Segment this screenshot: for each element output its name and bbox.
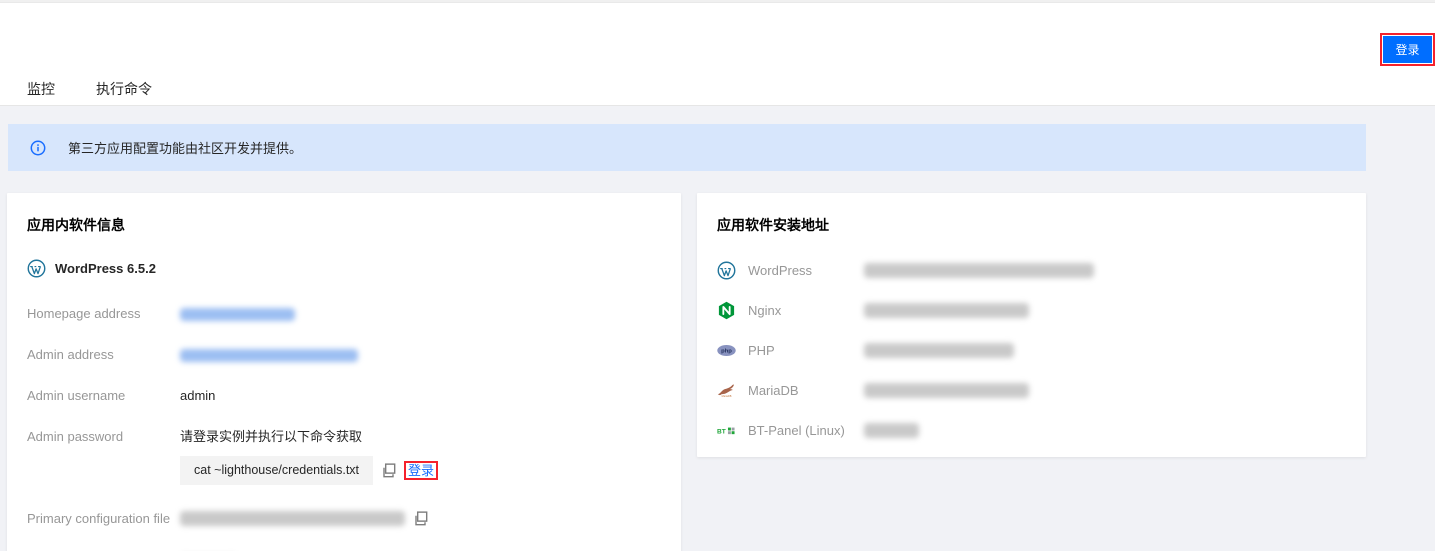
- field-label: Admin username: [27, 388, 126, 404]
- info-banner: 第三方应用配置功能由社区开发并提供。: [8, 124, 1366, 171]
- field-text-value: admin: [180, 388, 216, 404]
- field-value: [180, 347, 358, 363]
- redacted-link-value[interactable]: [180, 308, 295, 322]
- field-label: Admin password: [27, 429, 124, 445]
- field-label: Homepage address: [27, 306, 141, 321]
- svg-text:BT: BT: [717, 428, 726, 435]
- field-value: [180, 511, 428, 529]
- copy-icon[interactable]: [413, 511, 428, 526]
- info-icon: [30, 140, 46, 156]
- redacted-text-value: [864, 343, 1014, 358]
- redacted-text-value: [864, 423, 919, 438]
- redacted-text-value: [864, 303, 1029, 318]
- software-row: php PHP: [717, 341, 1346, 360]
- svg-text:php: php: [721, 349, 732, 355]
- login-link[interactable]: 登录: [408, 463, 434, 478]
- redacted-text-value: [180, 511, 405, 527]
- software-row: MariaDB MariaDB: [717, 381, 1346, 400]
- software-label: PHP: [748, 343, 775, 358]
- software-row: Nginx: [717, 301, 1346, 320]
- app-detail-page: 登录 监控 执行命令 第三方应用配置功能由社区开发并提供。 应用内软件信息 Wo…: [0, 0, 1435, 551]
- login-button[interactable]: 登录: [1383, 36, 1432, 63]
- software-label: BT-Panel (Linux): [748, 423, 845, 438]
- software-row: WordPress: [717, 261, 1346, 280]
- field-row: Admin password 请登录实例并执行以下命令获取 cat ~lightho…: [27, 429, 661, 486]
- app-name-version: WordPress 6.5.2: [55, 261, 156, 276]
- field-label: Primary configuration file: [27, 511, 171, 527]
- software-info-fields: Homepage address Admin address Admin usern…: [27, 306, 661, 551]
- password-command-line: cat ~lighthouse/credentials.txt 登录: [180, 456, 439, 486]
- credentials-command-box: cat ~lighthouse/credentials.txt: [180, 456, 374, 486]
- nginx-icon: [717, 301, 736, 320]
- wordpress-icon: [717, 261, 736, 280]
- bt-panel-icon: BT: [717, 421, 736, 440]
- software-row: BT BT-Panel (Linux): [717, 421, 1346, 440]
- field-value: 请登录实例并执行以下命令获取 cat ~lighthouse/credential…: [180, 429, 439, 486]
- php-icon: php: [717, 341, 736, 360]
- field-label: Admin address: [27, 347, 114, 363]
- annotation-box-login: 登录: [1380, 33, 1435, 66]
- content-area: 第三方应用配置功能由社区开发并提供。 应用内软件信息 WordPress 6.5…: [0, 106, 1435, 551]
- software-info-card-title: 应用内软件信息: [27, 217, 125, 233]
- banner-text: 第三方应用配置功能由社区开发并提供。: [68, 141, 303, 156]
- annotation-box-login-link: 登录: [404, 461, 439, 481]
- software-label: Nginx: [748, 303, 782, 318]
- software-info-card: 应用内软件信息 WordPress 6.5.2 Homepage address…: [7, 193, 681, 551]
- tab-execute-command[interactable]: 执行命令: [96, 80, 152, 98]
- field-row: Homepage address: [27, 306, 661, 322]
- field-row: Primary configuration file: [27, 511, 661, 529]
- tab-monitoring[interactable]: 监控: [27, 80, 55, 98]
- svg-text:MariaDB: MariaDB: [722, 395, 732, 398]
- tab-bar: 监控 执行命令: [27, 80, 152, 98]
- mariadb-icon: MariaDB: [717, 381, 736, 400]
- redacted-text-value: [864, 383, 1029, 398]
- redacted-text-value: [864, 263, 1094, 278]
- field-row: Admin username admin: [27, 388, 661, 403]
- field-row: Admin address: [27, 347, 661, 363]
- software-label: WordPress: [748, 263, 813, 278]
- install-address-rows: WordPress Nginx php PHP MariaDB MariaDB BT BT-P…: [717, 261, 1346, 440]
- password-instruction-text: 请登录实例并执行以下命令获取: [180, 429, 363, 445]
- copy-icon[interactable]: [381, 463, 396, 478]
- install-address-card-title: 应用软件安装地址: [717, 217, 829, 233]
- top-divider: [0, 0, 1435, 3]
- app-row: WordPress 6.5.2: [27, 259, 661, 278]
- field-value: admin: [180, 388, 215, 403]
- install-address-card: 应用软件安装地址 WordPress Nginx php PHP MariaDB Mari…: [697, 193, 1366, 457]
- redacted-link-value[interactable]: [180, 349, 358, 363]
- field-value: [180, 306, 295, 322]
- wordpress-icon: [27, 259, 46, 278]
- software-label: MariaDB: [748, 383, 799, 398]
